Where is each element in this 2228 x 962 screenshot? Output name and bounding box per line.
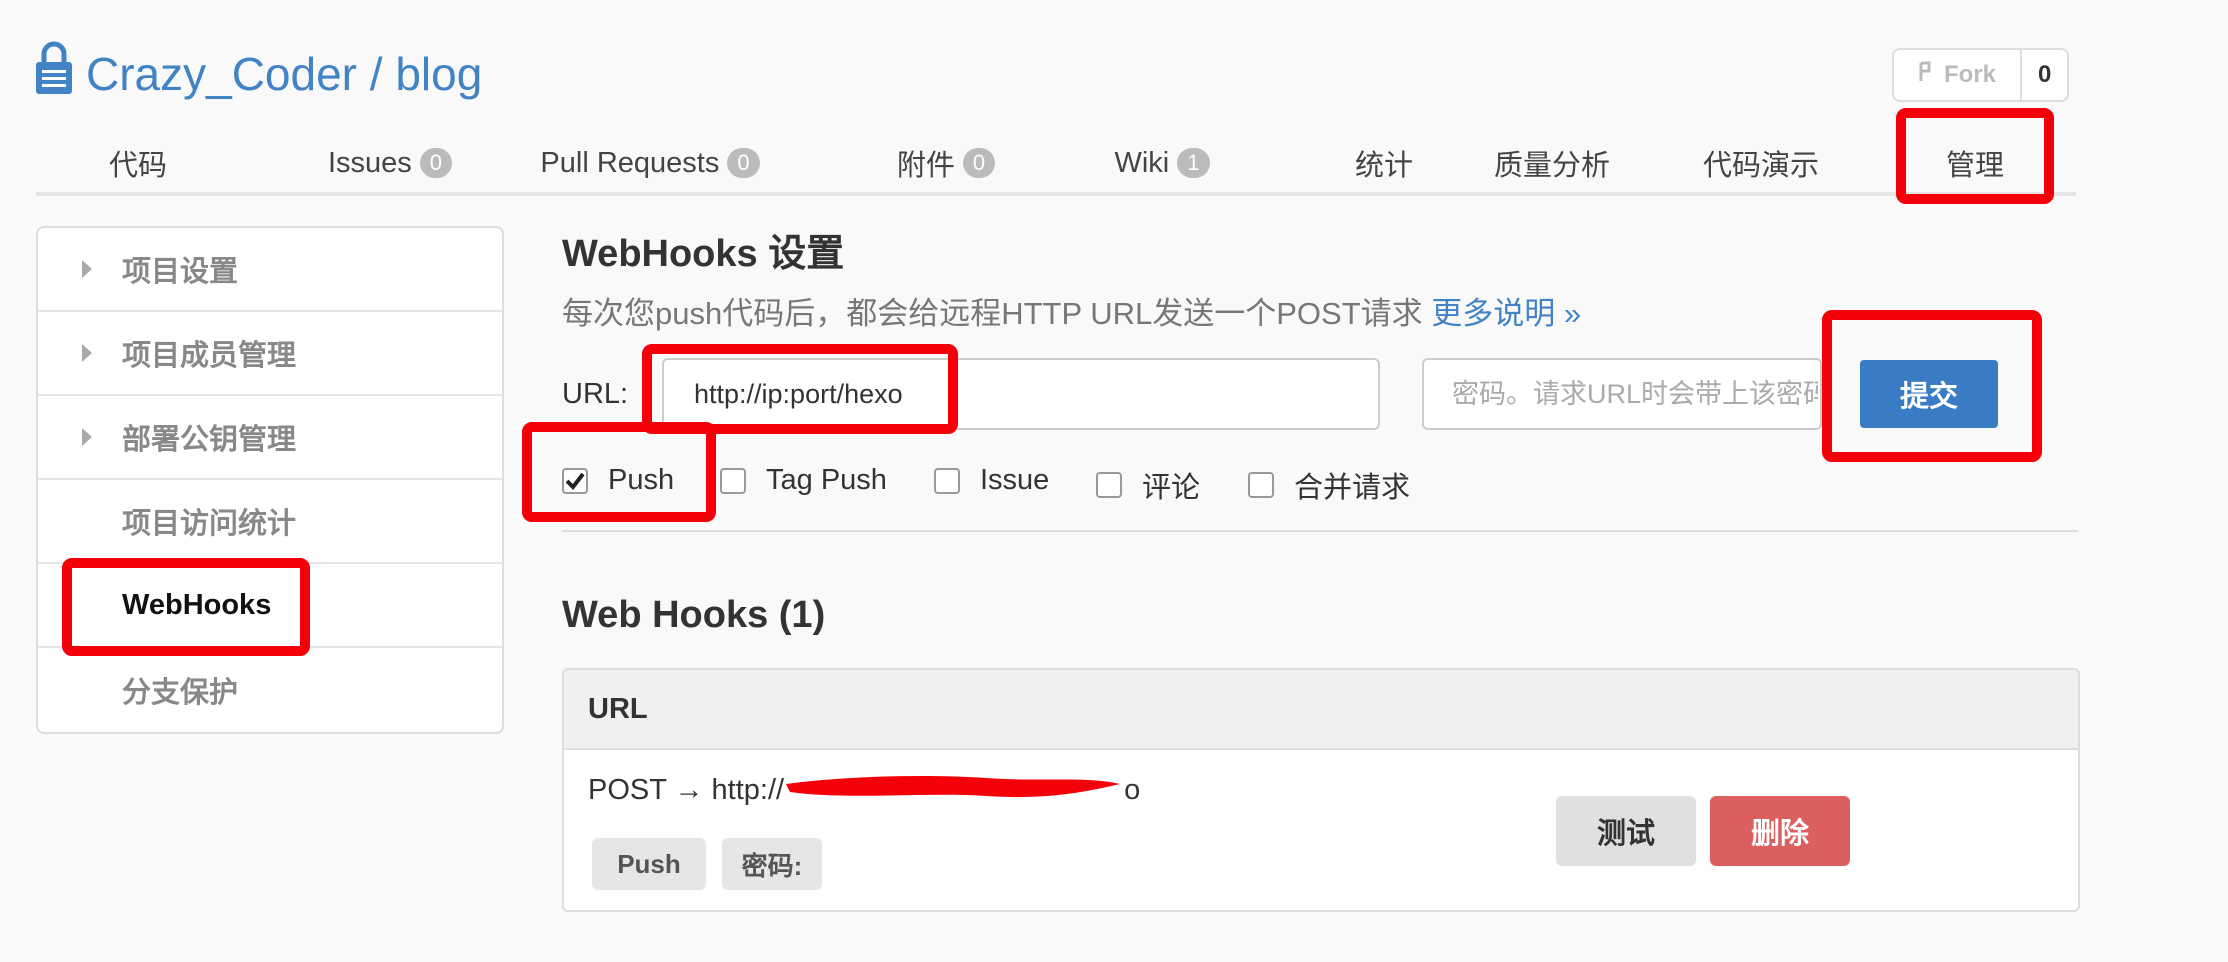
redaction-scribble [786, 776, 1120, 798]
tab-label: 统计 [1354, 150, 1413, 182]
event-checkbox-tag-push[interactable]: Tag Push [720, 464, 887, 497]
password-tag: 密码: [722, 838, 822, 890]
more-info-link[interactable]: 更多说明 » [1431, 296, 1581, 331]
webhooks-list-title: Web Hooks (1) [562, 594, 826, 636]
event-label: 评论 [1142, 472, 1201, 504]
event-label: Tag Push [766, 464, 887, 496]
delete-button[interactable]: 删除 [1710, 796, 1850, 866]
tab-label: 附件 [896, 150, 955, 182]
sidebar-item-deploy-keys[interactable]: 部署公钥管理 [38, 396, 502, 480]
event-checkbox-merge-request[interactable]: 合并请求 [1248, 464, 1410, 506]
count-badge: 0 [962, 148, 996, 178]
webhooks-description: 每次您push代码后，都会给远程HTTP URL发送一个POST请求 更多说明 … [562, 288, 1581, 333]
checkbox-unchecked[interactable] [720, 467, 746, 494]
description-text: 每次您push代码后，都会给远程HTTP URL发送一个POST请求 [562, 296, 1432, 331]
annotation-box-url-input [642, 344, 958, 434]
sidebar-item-project-settings[interactable]: 项目设置 [38, 228, 502, 312]
tab-bar: 代码 Issues 0 Pull Requests 0 附件 0 Wiki 1 统计 质… [36, 134, 2076, 196]
fork-button[interactable]: Fork [1894, 50, 2023, 100]
divider [562, 530, 2078, 532]
tab-quality[interactable]: 质量分析 [1452, 134, 1652, 192]
tab-code[interactable]: 代码 [36, 134, 240, 192]
fork-icon [1918, 61, 1932, 90]
url-label: URL: [562, 378, 629, 410]
tab-label: Wiki [1114, 146, 1170, 179]
checkbox-unchecked[interactable] [1096, 472, 1122, 498]
count-badge: 1 [1177, 148, 1210, 178]
password-input[interactable] [1422, 358, 1822, 430]
hook-method-url: POST → http:// [588, 774, 785, 806]
checkbox-unchecked[interactable] [934, 467, 960, 494]
tab-label: Issues [327, 146, 412, 179]
count-badge: 0 [419, 148, 453, 178]
fork-label: Fork [1944, 61, 1997, 88]
fork-count: 0 [2038, 61, 2052, 88]
tab-label: 代码 [108, 150, 167, 182]
annotation-box-webhooks-item [62, 558, 310, 656]
repo-owner-link[interactable]: Crazy_Coder [86, 47, 357, 101]
event-label: Issue [980, 464, 1050, 496]
sidebar-item-label: 部署公钥管理 [122, 424, 297, 456]
table-header: URL [564, 670, 2078, 750]
sidebar-item-access-stats[interactable]: 项目访问统计 [38, 480, 502, 564]
fork-group: Fork 0 [1892, 48, 2070, 102]
test-button[interactable]: 测试 [1556, 796, 1696, 866]
lock-icon [34, 40, 86, 107]
annotation-box-submit [1822, 310, 2042, 462]
tab-label: 质量分析 [1493, 150, 1610, 182]
hook-url-end: o [1124, 774, 1141, 806]
event-label: 合并请求 [1294, 472, 1411, 504]
webhooks-settings-title: WebHooks 设置 [562, 233, 845, 275]
annotation-box-admin-tab [1896, 108, 2054, 204]
caret-right-icon [82, 260, 92, 278]
webhooks-table: URL POST → http:// o Push 密码: 测试 删除 [562, 668, 2080, 912]
event-checkbox-comment[interactable]: 评论 [1096, 464, 1200, 506]
repo-title: Crazy_Coder / blog [34, 40, 482, 107]
tab-demo[interactable]: 代码演示 [1658, 134, 1864, 192]
event-tag-push: Push [592, 838, 706, 890]
annotation-box-push-checkbox [522, 422, 716, 522]
caret-right-icon [82, 344, 92, 362]
sidebar-item-label: 分支保护 [122, 677, 239, 709]
event-checkbox-issue[interactable]: Issue [934, 464, 1049, 497]
tab-label: 代码演示 [1702, 150, 1819, 182]
sidebar-item-members[interactable]: 项目成员管理 [38, 312, 502, 396]
tab-issues[interactable]: Issues 0 [244, 134, 536, 192]
tab-pull-requests[interactable]: Pull Requests 0 [504, 134, 796, 192]
settings-sidebar: 项目设置 项目成员管理 部署公钥管理 项目访问统计 WebHooks 分支保护 [36, 226, 504, 734]
sidebar-item-label: 项目成员管理 [122, 340, 297, 372]
checkbox-unchecked[interactable] [1248, 472, 1274, 498]
repo-name-link[interactable]: blog [395, 47, 482, 101]
sidebar-item-branch-protection[interactable]: 分支保护 [38, 648, 502, 732]
caret-right-icon [82, 428, 92, 446]
sidebar-item-label: 项目访问统计 [122, 508, 297, 540]
tab-label: Pull Requests [540, 146, 720, 179]
sidebar-item-label: 项目设置 [122, 256, 239, 288]
repo-separator: / [357, 47, 396, 100]
count-badge: 0 [727, 148, 760, 178]
